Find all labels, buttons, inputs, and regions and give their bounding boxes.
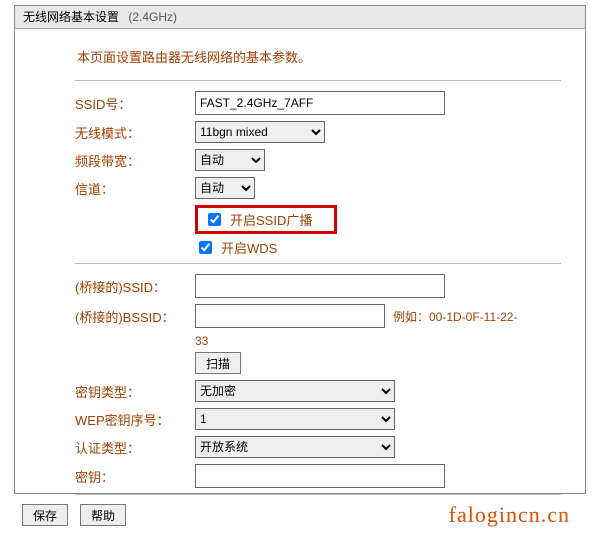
page: 无线网络基本设置 (2.4GHz) 本页面设置路由器无线网络的基本参数。 SSI… bbox=[0, 0, 600, 534]
label-bandwidth: 频段带宽： bbox=[75, 151, 195, 170]
select-bandwidth[interactable]: 自动 bbox=[195, 149, 265, 171]
input-ssid[interactable] bbox=[195, 91, 445, 115]
select-mode[interactable]: 11bgn mixed bbox=[195, 121, 325, 143]
save-button[interactable]: 保存 bbox=[22, 504, 68, 526]
row-bridge-ssid: (桥接的)SSID： bbox=[75, 274, 561, 298]
label-ssid-broadcast: 开启SSID广播 bbox=[230, 210, 312, 229]
select-wep-index[interactable]: 1 bbox=[195, 408, 395, 430]
input-bridge-ssid[interactable] bbox=[195, 274, 445, 298]
label-auth-type: 认证类型： bbox=[75, 438, 195, 457]
highlight-ssid-broadcast: 开启SSID广播 bbox=[195, 205, 337, 234]
row-key-type: 密钥类型： 无加密 bbox=[75, 380, 561, 402]
input-key[interactable] bbox=[195, 464, 445, 488]
label-channel: 信道： bbox=[75, 179, 195, 198]
separator bbox=[75, 263, 561, 264]
hint-bssid-suffix: 33 bbox=[195, 334, 561, 348]
label-key-type: 密钥类型： bbox=[75, 382, 195, 401]
row-ssid-broadcast: 开启SSID广播 bbox=[195, 205, 561, 234]
checkbox-ssid-broadcast[interactable] bbox=[208, 213, 221, 226]
row-scan: 扫描 bbox=[195, 352, 561, 374]
separator bbox=[75, 80, 561, 81]
label-mode: 无线模式： bbox=[75, 123, 195, 142]
scan-button[interactable]: 扫描 bbox=[195, 352, 241, 374]
checkbox-wds[interactable] bbox=[199, 241, 212, 254]
title-bar: 无线网络基本设置 (2.4GHz) bbox=[15, 6, 585, 29]
label-wep-index: WEP密钥序号： bbox=[75, 410, 195, 429]
input-bridge-bssid[interactable] bbox=[195, 304, 385, 328]
title-text: 无线网络基本设置 bbox=[23, 10, 119, 24]
intro-text: 本页面设置路由器无线网络的基本参数。 bbox=[77, 47, 561, 66]
row-ssid: SSID号： bbox=[75, 91, 561, 115]
separator bbox=[75, 494, 561, 495]
panel-content: 本页面设置路由器无线网络的基本参数。 SSID号： 无线模式： 11bgn mi… bbox=[15, 29, 585, 513]
hint-bssid: 例如：00-1D-0F-11-22- bbox=[393, 308, 517, 325]
label-bridge-bssid: (桥接的)BSSID： bbox=[75, 307, 195, 326]
label-ssid: SSID号： bbox=[75, 94, 195, 113]
row-mode: 无线模式： 11bgn mixed bbox=[75, 121, 561, 143]
row-auth-type: 认证类型： 开放系统 bbox=[75, 436, 561, 458]
row-key: 密钥： bbox=[75, 464, 561, 488]
watermark: falogincn.cn bbox=[449, 502, 570, 528]
row-bridge-bssid: (桥接的)BSSID： 例如：00-1D-0F-11-22- bbox=[75, 304, 561, 328]
label-key: 密钥： bbox=[75, 467, 195, 486]
settings-panel: 无线网络基本设置 (2.4GHz) 本页面设置路由器无线网络的基本参数。 SSI… bbox=[14, 5, 586, 494]
row-channel: 信道： 自动 bbox=[75, 177, 561, 199]
label-wds: 开启WDS bbox=[221, 238, 277, 257]
select-key-type[interactable]: 无加密 bbox=[195, 380, 395, 402]
title-band: (2.4GHz) bbox=[128, 10, 177, 24]
label-bridge-ssid: (桥接的)SSID： bbox=[75, 277, 195, 296]
row-wep-index: WEP密钥序号： 1 bbox=[75, 408, 561, 430]
help-button[interactable]: 帮助 bbox=[80, 504, 126, 526]
select-channel[interactable]: 自动 bbox=[195, 177, 255, 199]
bottom-buttons: 保存 帮助 bbox=[22, 504, 126, 526]
row-wds: 开启WDS bbox=[195, 238, 561, 257]
row-bandwidth: 频段带宽： 自动 bbox=[75, 149, 561, 171]
select-auth-type[interactable]: 开放系统 bbox=[195, 436, 395, 458]
